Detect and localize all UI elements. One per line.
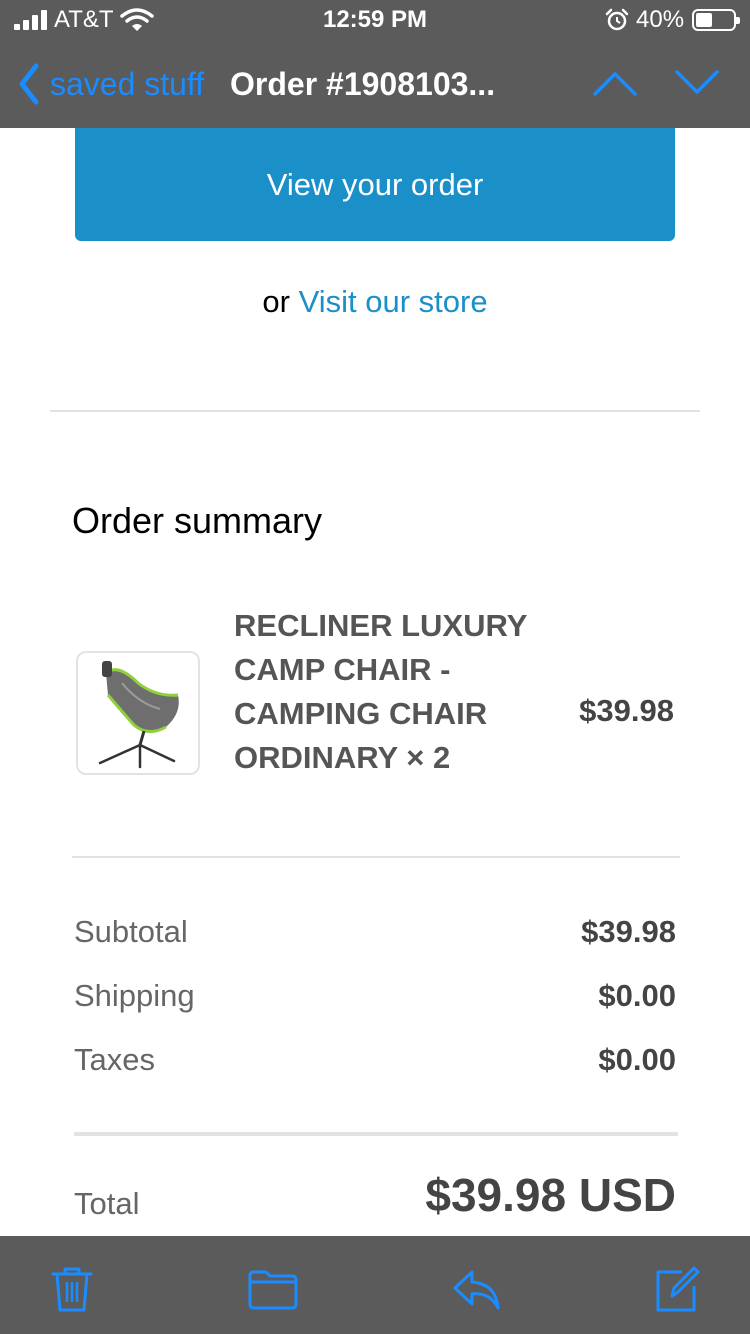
status-bar: AT&T 12:59 PM 40% [0,0,750,40]
battery-icon [692,9,740,31]
reply-icon [453,1270,500,1310]
reply-button[interactable] [452,1264,502,1314]
alarm-icon [605,8,629,31]
chevron-down-icon[interactable] [674,68,720,98]
chevron-left-icon [19,63,39,105]
battery-percentage: 40% [636,6,685,33]
chevron-up-icon[interactable] [592,68,638,98]
compose-button[interactable] [652,1264,702,1314]
product-name: RECLINER LUXURY CAMP CHAIR - CAMPING CHA… [234,608,527,775]
taxes-label: Taxes [74,1042,155,1077]
product-image[interactable] [76,651,200,775]
compose-icon [656,1266,700,1312]
items-divider [72,856,680,858]
order-summary-title: Order summary [72,500,323,541]
total-divider [74,1132,678,1136]
total-value: $39.98 USD [425,1169,676,1221]
shipping-row: Shipping $0.00 [74,978,676,1022]
or-text: or [262,284,290,319]
taxes-value: $0.00 [598,1042,676,1077]
trash-icon [51,1267,93,1312]
navigation-bar: saved stuff Order #1908103... [0,40,750,128]
subtotal-label: Subtotal [74,914,188,949]
subtotal-row: Subtotal $39.98 [74,914,676,958]
shipping-label: Shipping [74,978,195,1013]
total-label: Total [74,1186,140,1221]
move-to-folder-button[interactable] [248,1264,298,1314]
product-price: $39.98 [579,693,674,728]
subtotal-value: $39.98 [581,914,676,949]
bottom-toolbar [0,1236,750,1334]
message-title: Order #1908103... [230,66,496,102]
shipping-value: $0.00 [598,978,676,1013]
folder-icon [248,1270,298,1310]
taxes-row: Taxes $0.00 [74,1042,676,1086]
back-button-label: saved stuff [50,65,205,102]
back-button[interactable]: saved stuff [16,62,204,106]
total-row: Total $39.98 USD [74,1169,676,1236]
trash-button[interactable] [47,1264,97,1314]
visit-store-link[interactable]: Visit our store [299,284,488,319]
visit-store-line: or Visit our store [0,284,750,320]
view-order-button[interactable]: View your order [75,128,675,241]
section-divider [50,410,700,412]
camp-chair-image [98,661,179,769]
